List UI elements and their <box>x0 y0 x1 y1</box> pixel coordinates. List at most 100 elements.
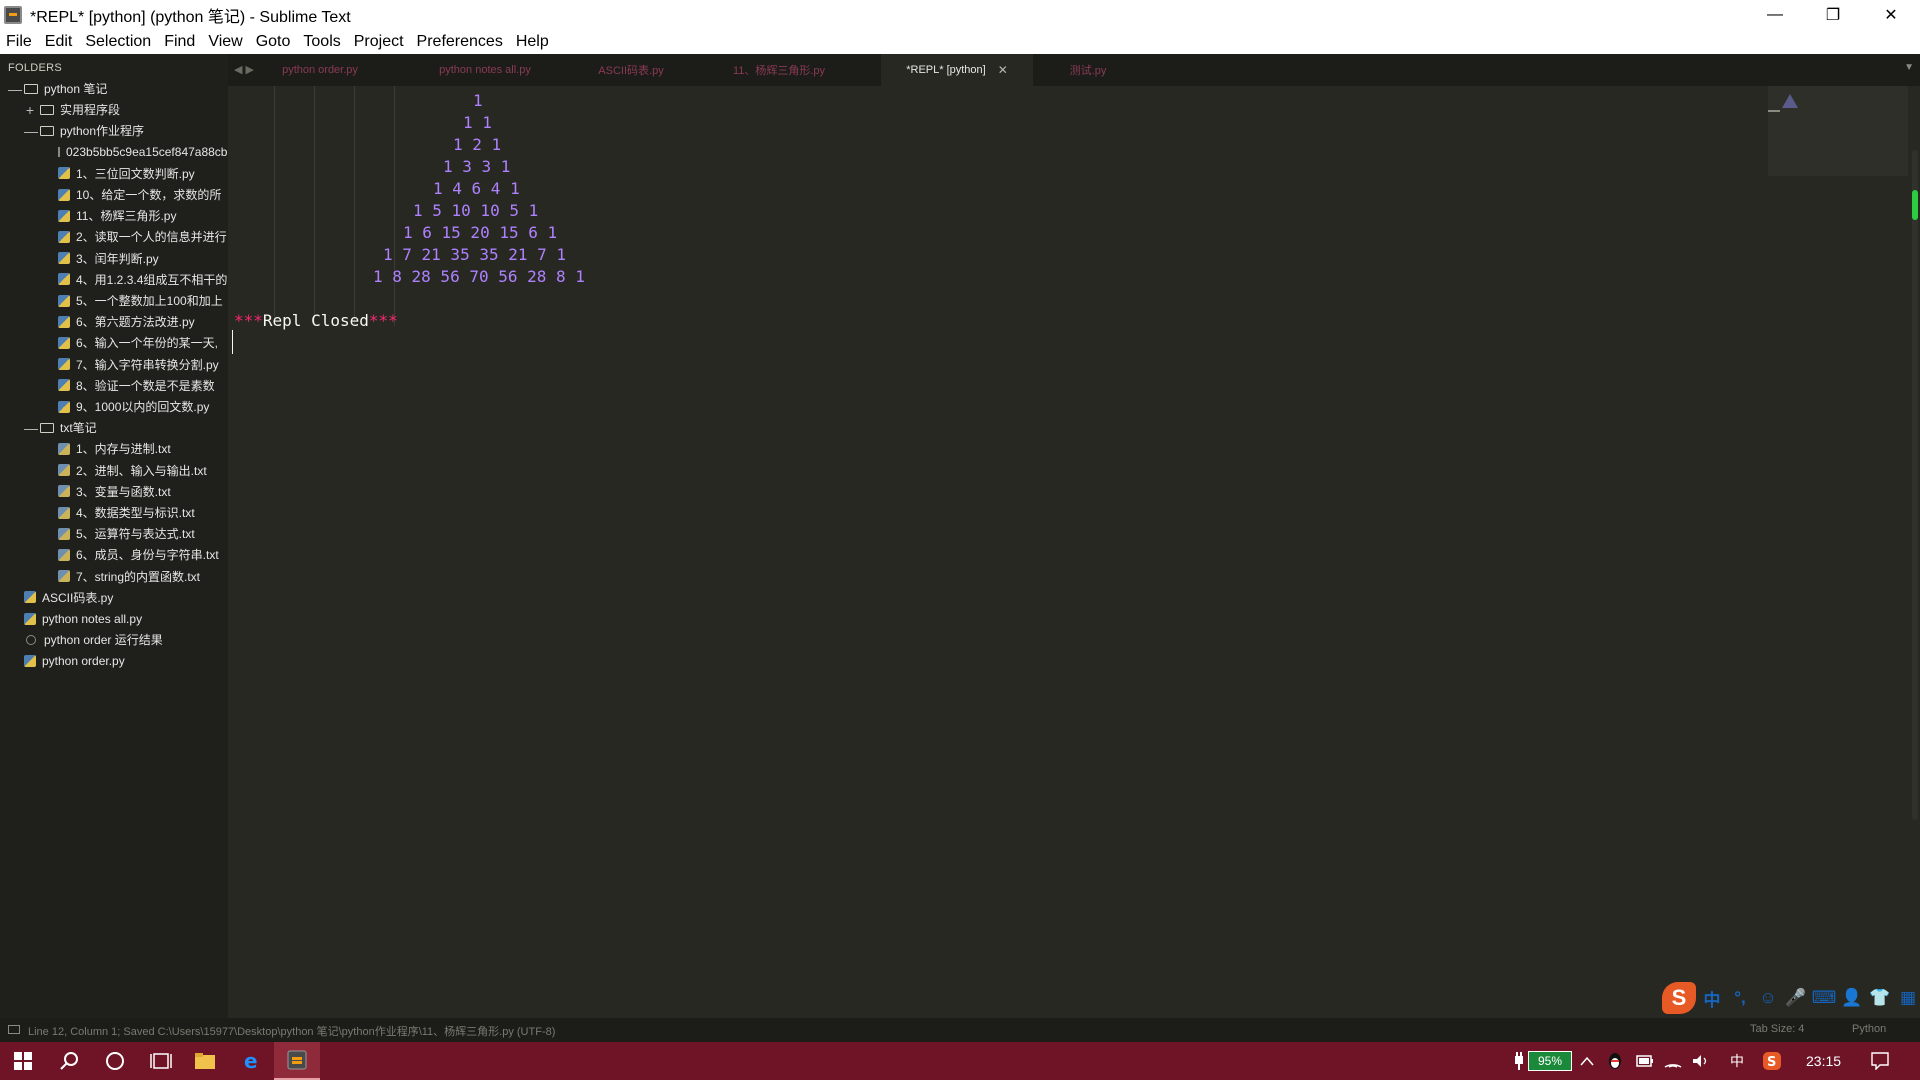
menu-selection[interactable]: Selection <box>85 33 151 51</box>
sogou-tray-icon[interactable]: S <box>1760 1042 1784 1080</box>
syntax-indicator[interactable]: Python <box>1852 1023 1886 1035</box>
menu-help[interactable]: Help <box>516 33 549 51</box>
qq-penguin-icon[interactable] <box>1604 1042 1626 1080</box>
folder-tree-item[interactable]: — txt笔记 <box>0 417 228 438</box>
tab-test[interactable]: 测试.py <box>1033 54 1143 86</box>
tab-close-icon[interactable]: ✕ <box>998 63 1008 77</box>
expand-icon[interactable]: + <box>24 103 36 117</box>
file-tree-item[interactable]: 11、杨辉三角形.py <box>0 205 228 226</box>
file-tree-item[interactable]: 1、内存与进制.txt <box>0 438 228 459</box>
input-language-indicator[interactable]: 中 <box>1726 1042 1748 1080</box>
file-tree-item[interactable]: 2、读取一个人的信息并进行 <box>0 226 228 247</box>
menu-project[interactable]: Project <box>354 33 404 51</box>
tree-item-label: ASCII码表.py <box>42 590 114 605</box>
folder-tree-item[interactable]: — python作业程序 <box>0 120 228 141</box>
tree-item-label: 3、变量与函数.txt <box>76 484 171 499</box>
collapse-icon[interactable]: — <box>24 421 38 435</box>
windows-taskbar: e 95% 中 S 23:15 <box>0 1042 1920 1080</box>
file-tree-item[interactable]: 6、输入一个年份的某一天, <box>0 332 228 353</box>
file-tree-item[interactable]: ASCII码表.py <box>0 587 228 608</box>
file-tree-item[interactable]: 6、第六题方法改进.py <box>0 311 228 332</box>
ime-emoji-icon[interactable]: ☺ <box>1756 986 1780 1010</box>
cortana-button[interactable] <box>92 1042 138 1080</box>
tree-item-label: python order.py <box>42 653 125 668</box>
ime-skin-icon[interactable]: 👕 <box>1868 986 1892 1010</box>
file-tree-item[interactable]: 1、三位回文数判断.py <box>0 163 228 184</box>
sogou-logo-icon[interactable]: S <box>1662 982 1696 1014</box>
file-tree-item[interactable]: 023b5bb5c9ea15cef847a88cbb <box>0 142 228 163</box>
battery-indicator[interactable]: 95% <box>1528 1051 1572 1071</box>
action-center-icon[interactable] <box>1862 1042 1898 1080</box>
ime-lang-icon[interactable]: 中 <box>1700 986 1724 1010</box>
collapse-icon[interactable]: — <box>8 82 22 96</box>
menu-edit[interactable]: Edit <box>45 33 73 51</box>
ime-keyboard-icon[interactable]: ⌨ <box>1812 986 1837 1010</box>
ime-voice-icon[interactable]: 🎤 <box>1784 986 1808 1010</box>
scrollbar-thumb[interactable] <box>1912 190 1918 220</box>
restore-button[interactable]: ❐ <box>1804 0 1862 30</box>
tab-python-notes-all[interactable]: python notes all.py <box>412 54 558 86</box>
task-view-button[interactable] <box>138 1042 184 1080</box>
close-button[interactable]: ✕ <box>1862 0 1920 30</box>
notification-shape <box>1871 1052 1889 1070</box>
file-explorer-button[interactable] <box>182 1042 228 1080</box>
battery-tray-icon[interactable] <box>1634 1042 1656 1080</box>
python-file-icon <box>58 294 70 307</box>
file-tree-item[interactable]: python order.py <box>0 650 228 671</box>
file-tree-item[interactable]: 7、string的内置函数.txt <box>0 566 228 587</box>
file-tree-item[interactable]: 5、一个整数加上100和加上 <box>0 290 228 311</box>
file-tree-item[interactable]: 7、输入字符串转换分割.py <box>0 354 228 375</box>
file-tree-item[interactable]: 2、进制、输入与输出.txt <box>0 460 228 481</box>
tab-python-order[interactable]: python order.py <box>228 54 412 86</box>
file-tree-item[interactable]: 4、数据类型与标识.txt <box>0 502 228 523</box>
tab-label: python notes all.py <box>439 64 531 76</box>
edge-button[interactable]: e <box>228 1042 274 1080</box>
file-tree-item[interactable]: 3、变量与函数.txt <box>0 481 228 502</box>
python-file-icon <box>58 379 70 392</box>
ime-toolbox-icon[interactable]: ▦ <box>1896 986 1920 1010</box>
file-tree-item[interactable]: python notes all.py <box>0 608 228 629</box>
file-tree-item[interactable]: 6、成员、身份与字符串.txt <box>0 544 228 565</box>
tab-size-indicator[interactable]: Tab Size: 4 <box>1750 1023 1804 1035</box>
file-tree-item[interactable]: 5、运算符与表达式.txt <box>0 523 228 544</box>
file-tree-item[interactable]: 3、闰年判断.py <box>0 248 228 269</box>
tab-yanghui-triangle[interactable]: 11、杨辉三角形.py <box>704 54 854 86</box>
tree-item-label: 3、闰年判断.py <box>76 251 159 266</box>
wifi-icon[interactable] <box>1662 1042 1684 1080</box>
menu-goto[interactable]: Goto <box>256 33 291 51</box>
minimize-button[interactable]: — <box>1746 0 1804 30</box>
file-tree-item[interactable]: 8、验证一个数是不是素数 <box>0 375 228 396</box>
folder-tree-item[interactable]: + 实用程序段 <box>0 99 228 120</box>
volume-icon[interactable] <box>1690 1042 1712 1080</box>
cortana-circle-icon <box>106 1052 124 1070</box>
tab-dropdown-icon[interactable]: ▼ <box>1904 62 1914 73</box>
search-button[interactable] <box>46 1042 92 1080</box>
menu-file[interactable]: File <box>6 33 32 51</box>
vertical-scrollbar[interactable] <box>1912 150 1918 820</box>
menu-find[interactable]: Find <box>164 33 195 51</box>
file-tree-item[interactable]: python order 运行结果 <box>0 629 228 650</box>
folder-tree-item[interactable]: — python 笔记 <box>0 78 228 99</box>
output-line: 1 <box>473 91 483 110</box>
folder-icon <box>40 422 54 433</box>
start-button[interactable] <box>0 1042 46 1080</box>
tab-ascii-table[interactable]: ASCII码表.py <box>558 54 704 86</box>
taskbar-clock[interactable]: 23:15 <box>1806 1042 1841 1080</box>
file-tree-item[interactable]: 9、1000以内的回文数.py <box>0 396 228 417</box>
menu-view[interactable]: View <box>208 33 242 51</box>
power-plug-icon[interactable] <box>1510 1042 1528 1080</box>
ime-user-icon[interactable]: 👤 <box>1840 986 1864 1010</box>
tab-repl-python[interactable]: *REPL* [python] ✕ <box>881 54 1033 86</box>
menu-tools[interactable]: Tools <box>303 33 340 51</box>
collapse-icon[interactable]: — <box>24 124 38 138</box>
file-tree-item[interactable]: 10、给定一个数，求数的所 <box>0 184 228 205</box>
tree-item-label: python 笔记 <box>44 82 108 96</box>
file-tree-item[interactable]: 4、用1.2.3.4组成互不相干的 <box>0 269 228 290</box>
minimap[interactable] <box>1768 86 1908 176</box>
editor-area[interactable]: 1 1 1 1 2 1 1 3 3 1 1 4 6 4 1 1 5 10 10 … <box>228 86 1920 1018</box>
ime-punct-icon[interactable]: °, <box>1728 986 1752 1010</box>
sublime-taskbar-button[interactable] <box>274 1042 320 1080</box>
show-hidden-icons-chevron-icon[interactable] <box>1576 1042 1598 1080</box>
panel-toggle-icon[interactable] <box>8 1025 20 1034</box>
menu-preferences[interactable]: Preferences <box>417 33 503 51</box>
